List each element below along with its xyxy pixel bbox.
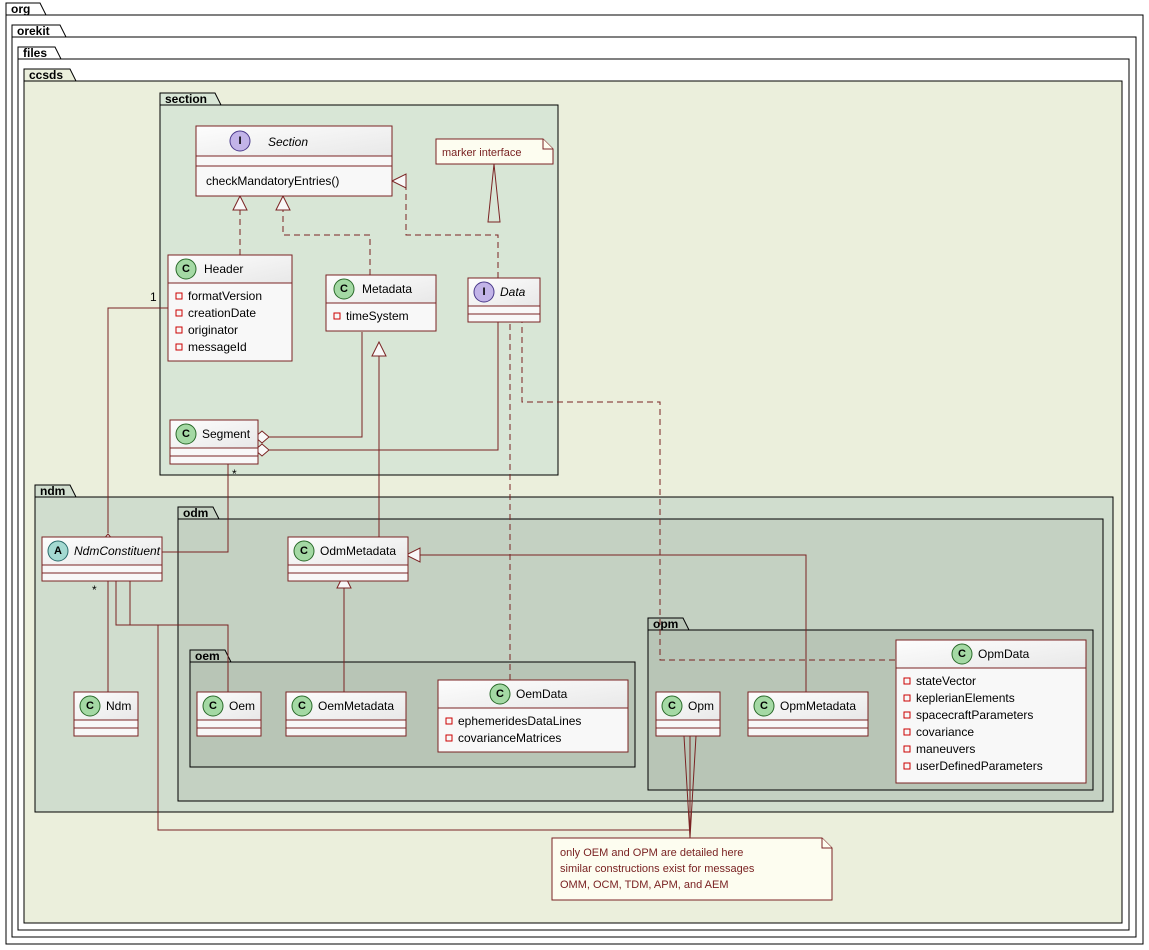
svg-text:maneuvers: maneuvers: [916, 742, 975, 756]
svg-text:C: C: [86, 700, 94, 712]
svg-text:C: C: [182, 428, 190, 440]
svg-text:covarianceMatrices: covarianceMatrices: [458, 731, 561, 745]
class-Metadata: C Metadata timeSystem: [326, 275, 436, 331]
class-OemMetadata: C OemMetadata: [286, 692, 406, 736]
svg-text:userDefinedParameters: userDefinedParameters: [916, 759, 1043, 773]
svg-text:messageId: messageId: [188, 340, 247, 354]
svg-text:marker interface: marker interface: [442, 147, 521, 159]
class-Data: I Data: [468, 278, 540, 322]
svg-text:originator: originator: [188, 323, 238, 337]
svg-text:C: C: [760, 700, 768, 712]
svg-text:Metadata: Metadata: [362, 282, 412, 296]
class-OemData: C OemData ephemeridesDataLines covarianc…: [438, 680, 628, 752]
svg-text:OpmData: OpmData: [978, 647, 1030, 661]
svg-text:I: I: [238, 135, 241, 147]
svg-text:Section: Section: [268, 135, 308, 149]
svg-text:C: C: [340, 283, 348, 295]
svg-text:oem: oem: [195, 649, 220, 663]
class-Opm: C Opm: [656, 692, 720, 736]
svg-text:formatVersion: formatVersion: [188, 289, 262, 303]
svg-text:similar constructions exist fo: similar constructions exist for messages: [560, 863, 755, 875]
svg-text:OemData: OemData: [516, 687, 568, 701]
svg-text:C: C: [209, 700, 217, 712]
svg-text:ndm: ndm: [40, 484, 65, 498]
svg-text:Header: Header: [204, 262, 243, 276]
svg-text:NdmConstituent: NdmConstituent: [74, 544, 161, 558]
svg-text:files: files: [23, 46, 47, 60]
svg-text:1: 1: [150, 290, 157, 304]
svg-text:orekit: orekit: [17, 24, 50, 38]
svg-text:C: C: [300, 545, 308, 557]
svg-text:spacecraftParameters: spacecraftParameters: [916, 708, 1033, 722]
svg-text:C: C: [496, 688, 504, 700]
svg-text:covariance: covariance: [916, 725, 974, 739]
svg-text:I: I: [482, 286, 485, 298]
svg-text:checkMandatoryEntries(): checkMandatoryEntries(): [206, 174, 339, 188]
svg-text:stateVector: stateVector: [916, 674, 976, 688]
class-NdmConstituent: A NdmConstituent: [42, 537, 162, 581]
class-Section: I Section checkMandatoryEntries(): [196, 126, 392, 196]
svg-text:C: C: [668, 700, 676, 712]
svg-text:Data: Data: [500, 285, 526, 299]
svg-text:OpmMetadata: OpmMetadata: [780, 699, 856, 713]
svg-text:OemMetadata: OemMetadata: [318, 699, 394, 713]
class-Segment: C Segment: [170, 420, 258, 464]
svg-text:Opm: Opm: [688, 699, 714, 713]
svg-text:section: section: [165, 92, 207, 106]
svg-text:C: C: [298, 700, 306, 712]
svg-text:Oem: Oem: [229, 699, 255, 713]
svg-text:*: *: [92, 583, 97, 597]
svg-text:OMM, OCM, TDM, APM, and AEM: OMM, OCM, TDM, APM, and AEM: [560, 879, 729, 891]
class-Header: C Header formatVersion creationDate orig…: [168, 255, 292, 361]
svg-text:Ndm: Ndm: [106, 699, 131, 713]
svg-text:opm: opm: [653, 617, 678, 631]
uml-diagram: org orekit files ccsds section ndm odm o…: [0, 0, 1149, 950]
svg-text:org: org: [11, 2, 30, 16]
svg-text:Segment: Segment: [202, 427, 251, 441]
svg-text:*: *: [232, 467, 237, 481]
svg-text:only OEM and OPM are detailed: only OEM and OPM are detailed here: [560, 847, 743, 859]
svg-text:odm: odm: [183, 506, 208, 520]
class-Oem: C Oem: [197, 692, 261, 736]
class-OdmMetadata: C OdmMetadata: [288, 537, 408, 581]
svg-text:C: C: [958, 648, 966, 660]
svg-text:A: A: [54, 545, 62, 557]
class-Ndm: C Ndm: [74, 692, 138, 736]
svg-text:timeSystem: timeSystem: [346, 309, 409, 323]
svg-text:creationDate: creationDate: [188, 306, 256, 320]
svg-text:keplerianElements: keplerianElements: [916, 691, 1015, 705]
svg-text:OdmMetadata: OdmMetadata: [320, 544, 396, 558]
svg-text:ephemeridesDataLines: ephemeridesDataLines: [458, 714, 581, 728]
class-OpmMetadata: C OpmMetadata: [748, 692, 868, 736]
svg-text:ccsds: ccsds: [29, 68, 63, 82]
svg-text:C: C: [182, 263, 190, 275]
class-OpmData: C OpmData stateVector keplerianElements …: [896, 640, 1086, 783]
